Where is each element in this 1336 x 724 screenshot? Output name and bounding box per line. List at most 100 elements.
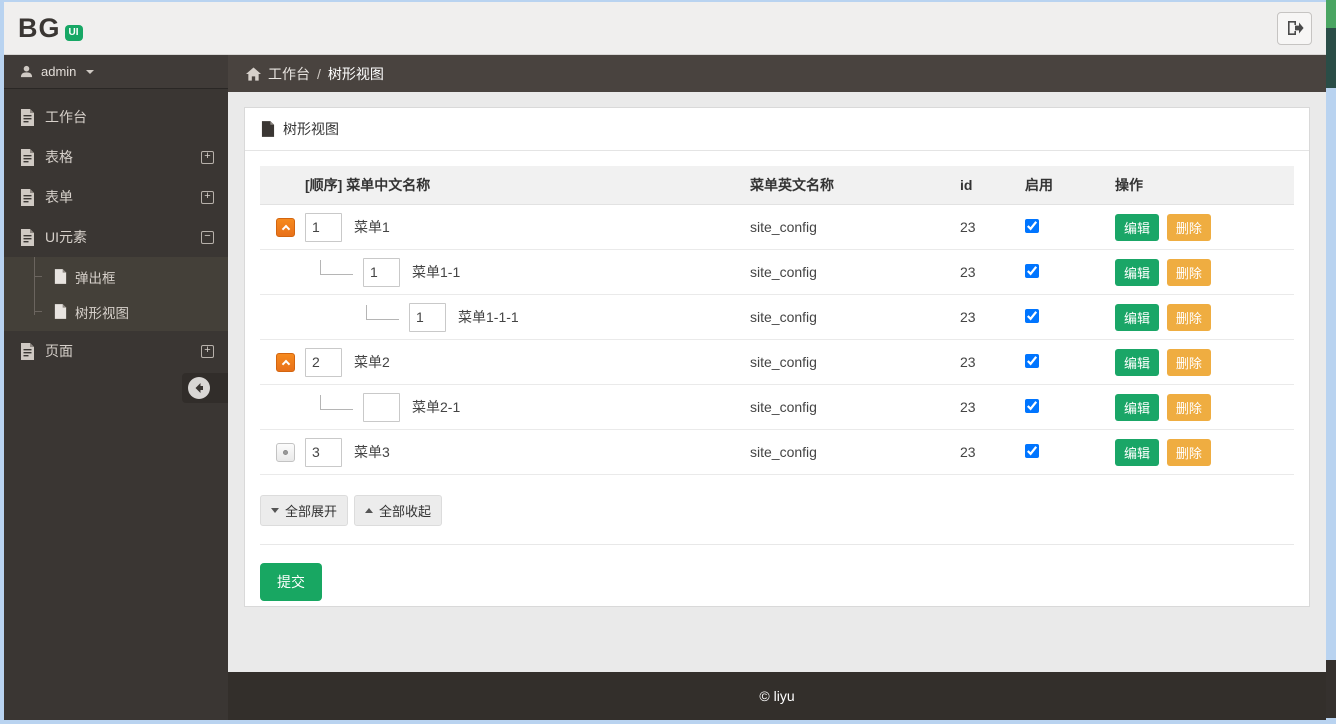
breadcrumb-separator: /: [317, 66, 321, 82]
chevron-up-icon: [281, 224, 289, 232]
enabled-checkbox[interactable]: [1025, 444, 1039, 458]
file-icon: [20, 229, 35, 246]
menu-en-name: site_config: [742, 340, 952, 385]
collapse-all-button[interactable]: 全部收起: [354, 495, 442, 526]
edit-button[interactable]: 编辑: [1115, 439, 1159, 466]
delete-button[interactable]: 删除: [1167, 214, 1211, 241]
caret-down-icon: [86, 70, 94, 74]
column-header-en: 菜单英文名称: [742, 166, 952, 205]
order-input[interactable]: [305, 213, 342, 242]
order-input[interactable]: [363, 258, 400, 287]
file-icon: [20, 343, 35, 360]
enabled-checkbox[interactable]: [1025, 219, 1039, 233]
delete-button[interactable]: 删除: [1167, 439, 1211, 466]
sidebar-item-forms[interactable]: 表单: [4, 177, 228, 217]
expand-all-button[interactable]: 全部展开: [260, 495, 348, 526]
sidebar-submenu-ui-elements: 弹出框 树形视图: [4, 257, 228, 331]
top-header: BG UI: [4, 2, 1326, 55]
user-name: admin: [41, 64, 76, 79]
app-logo[interactable]: BG UI: [18, 15, 83, 42]
order-input[interactable]: [305, 348, 342, 377]
node-collapse-button[interactable]: [276, 353, 295, 372]
delete-button[interactable]: 删除: [1167, 349, 1211, 376]
sidebar-item-label: 表格: [45, 147, 73, 167]
treeview-panel: 树形视图 [顺序] 菜单中文名称 菜单英文名称 id 启用: [244, 107, 1310, 607]
panel-header: 树形视图: [245, 108, 1309, 151]
menu-name: 菜单1-1-1: [458, 307, 519, 327]
edit-button[interactable]: 编辑: [1115, 259, 1159, 286]
expand-plus-icon[interactable]: [201, 345, 214, 358]
enabled-checkbox[interactable]: [1025, 399, 1039, 413]
user-menu[interactable]: admin: [4, 55, 228, 89]
table-row: 菜单1 site_config 23 编辑 删除: [260, 205, 1294, 250]
logout-button[interactable]: [1277, 12, 1312, 45]
breadcrumb-home[interactable]: 工作台: [268, 64, 310, 84]
file-icon: [54, 304, 67, 319]
divider: [260, 544, 1294, 545]
menu-name: 菜单3: [354, 442, 390, 462]
order-input[interactable]: [363, 393, 400, 422]
column-header-enabled: 启用: [1017, 166, 1107, 205]
copyright-text: © liyu: [759, 688, 794, 704]
column-header-actions: 操作: [1107, 166, 1294, 205]
enabled-checkbox[interactable]: [1025, 264, 1039, 278]
delete-button[interactable]: 删除: [1167, 259, 1211, 286]
edit-button[interactable]: 编辑: [1115, 394, 1159, 421]
breadcrumb: 工作台 / 树形视图: [228, 55, 1326, 92]
scrollbar-segment: [1326, 718, 1336, 724]
breadcrumb-current: 树形视图: [328, 64, 384, 84]
menu-en-name: site_config: [742, 295, 952, 340]
scrollbar-segment: [1326, 0, 1336, 28]
table-row: 菜单1-1 site_config 23 编辑 删除: [260, 250, 1294, 295]
sidebar-item-ui-elements[interactable]: UI元素: [4, 217, 228, 257]
tree-connector: [366, 305, 399, 320]
order-input[interactable]: [409, 303, 446, 332]
delete-button[interactable]: 删除: [1167, 394, 1211, 421]
menu-en-name: site_config: [742, 205, 952, 250]
edit-button[interactable]: 编辑: [1115, 304, 1159, 331]
tree-connector: [320, 395, 353, 410]
sidebar-item-label: UI元素: [45, 227, 87, 247]
panel-title: 树形视图: [283, 119, 339, 139]
sidebar-item-tables[interactable]: 表格: [4, 137, 228, 177]
order-input[interactable]: [305, 438, 342, 467]
footer: © liyu: [228, 672, 1326, 720]
menu-name: 菜单1-1: [412, 262, 460, 282]
sidebar-item-popup[interactable]: 弹出框: [4, 259, 228, 294]
delete-button[interactable]: 删除: [1167, 304, 1211, 331]
window-scrollbar[interactable]: [1326, 0, 1336, 724]
triangle-down-icon: [271, 508, 279, 513]
expand-plus-icon[interactable]: [201, 151, 214, 164]
submit-button[interactable]: 提交: [260, 563, 322, 601]
content-area: 工作台 / 树形视图 树形视图: [228, 55, 1326, 720]
edit-button[interactable]: 编辑: [1115, 349, 1159, 376]
menu-en-name: site_config: [742, 385, 952, 430]
tree-controls: 全部展开 全部收起: [260, 495, 1294, 526]
home-icon: [246, 67, 261, 81]
sidebar-collapse-button[interactable]: [182, 373, 228, 403]
sidebar-item-label: 工作台: [45, 107, 87, 127]
scrollbar-thumb[interactable]: [1326, 28, 1336, 88]
menu-en-name: site_config: [742, 250, 952, 295]
logo-badge: UI: [65, 25, 83, 41]
expand-plus-icon[interactable]: [201, 191, 214, 204]
edit-button[interactable]: 编辑: [1115, 214, 1159, 241]
sidebar-item-workbench[interactable]: 工作台: [4, 97, 228, 137]
sign-out-icon: [1286, 20, 1304, 36]
column-header-name: [顺序] 菜单中文名称: [260, 166, 742, 205]
table-row: 菜单2-1 site_config 23 编辑 删除: [260, 385, 1294, 430]
table-row: 菜单1-1-1 site_config 23 编辑 删除: [260, 295, 1294, 340]
triangle-up-icon: [365, 508, 373, 513]
enabled-checkbox[interactable]: [1025, 309, 1039, 323]
collapse-minus-icon[interactable]: [201, 231, 214, 244]
tree-table: [顺序] 菜单中文名称 菜单英文名称 id 启用 操作: [260, 166, 1294, 475]
sidebar-menu: 工作台 表格 表单: [4, 89, 228, 371]
leaf-node-button[interactable]: [276, 443, 295, 462]
sidebar-item-pages[interactable]: 页面: [4, 331, 228, 371]
table-row: 菜单2 site_config 23 编辑 删除: [260, 340, 1294, 385]
file-icon: [20, 149, 35, 166]
sidebar-item-treeview[interactable]: 树形视图: [4, 294, 228, 329]
enabled-checkbox[interactable]: [1025, 354, 1039, 368]
panel-body: [顺序] 菜单中文名称 菜单英文名称 id 启用 操作: [245, 151, 1309, 616]
node-collapse-button[interactable]: [276, 218, 295, 237]
